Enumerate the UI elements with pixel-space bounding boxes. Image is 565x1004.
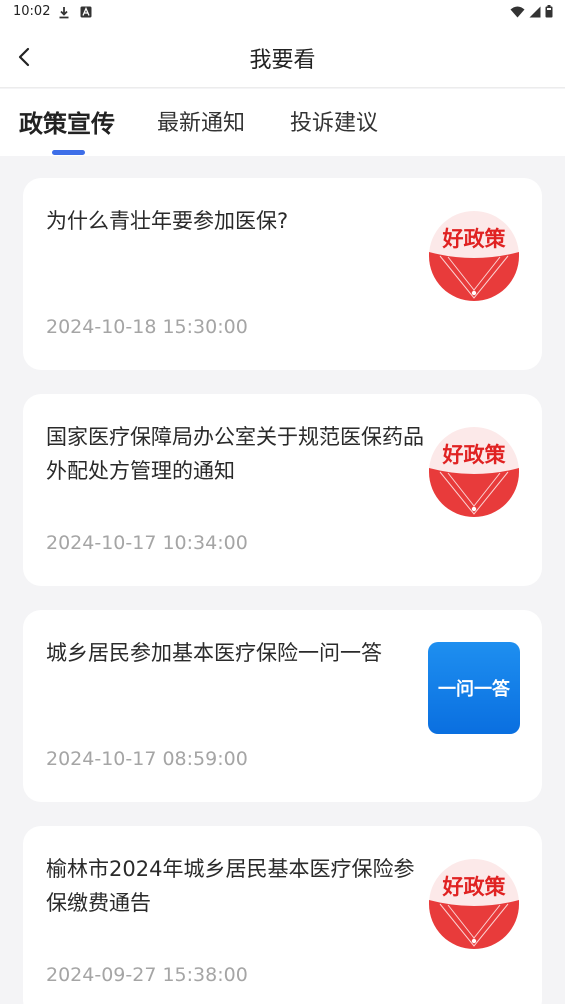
- policy-badge-image: 好政策: [428, 426, 520, 518]
- policy-badge-image: 好政策: [428, 858, 520, 950]
- article-date: 2024-09-27 15:38:00: [46, 964, 248, 986]
- signal-icon: [529, 6, 541, 17]
- article-card[interactable]: 国家医疗保障局办公室关于规范医保药品外配处方管理的通知 2024-10-17 1…: [23, 394, 542, 586]
- page-title: 我要看: [249, 48, 316, 73]
- article-title: 为什么青壮年要参加医保?: [46, 209, 289, 233]
- download-icon: [59, 7, 69, 19]
- article-title: 城乡居民参加基本医疗保险一问一答: [46, 641, 382, 665]
- status-time: 10:02: [13, 4, 51, 19]
- tab-complaints-suggestions[interactable]: 投诉建议: [290, 105, 378, 137]
- badge-text: 好政策: [442, 443, 507, 467]
- active-tab-indicator: [52, 150, 85, 155]
- article-date: 2024-10-17 08:59:00: [46, 748, 248, 770]
- badge-text: 一问一答: [438, 679, 510, 700]
- article-title: 国家医疗保障局办公室关于规范医保药品外配处方管理的通知: [46, 425, 424, 483]
- battery-icon: [545, 5, 553, 18]
- wifi-icon: [510, 6, 525, 17]
- tab-latest-notices[interactable]: 最新通知: [157, 105, 245, 137]
- badge-text: 好政策: [442, 875, 507, 899]
- article-title: 榆林市2024年城乡居民基本医疗保险参保缴费通告: [46, 857, 415, 915]
- article-date: 2024-10-18 15:30:00: [46, 316, 248, 338]
- badge-text: 好政策: [442, 227, 507, 251]
- tab-bar: 政策宣传 最新通知 投诉建议: [0, 89, 565, 156]
- policy-badge-image: 好政策: [428, 210, 520, 302]
- article-date: 2024-10-17 10:34:00: [46, 532, 248, 554]
- status-bar: 10:02: [0, 0, 565, 26]
- article-card[interactable]: 为什么青壮年要参加医保? 2024-10-18 15:30:00 好政策: [23, 178, 542, 370]
- font-a-icon: [80, 6, 92, 18]
- app-bar: 我要看: [0, 26, 565, 88]
- article-card[interactable]: 城乡居民参加基本医疗保险一问一答 2024-10-17 08:59:00 一问一…: [23, 610, 542, 802]
- qa-badge-image: 一问一答: [428, 642, 520, 734]
- tab-policy-promotion[interactable]: 政策宣传: [19, 104, 115, 139]
- article-card[interactable]: 榆林市2024年城乡居民基本医疗保险参保缴费通告 2024-09-27 15:3…: [23, 826, 542, 1004]
